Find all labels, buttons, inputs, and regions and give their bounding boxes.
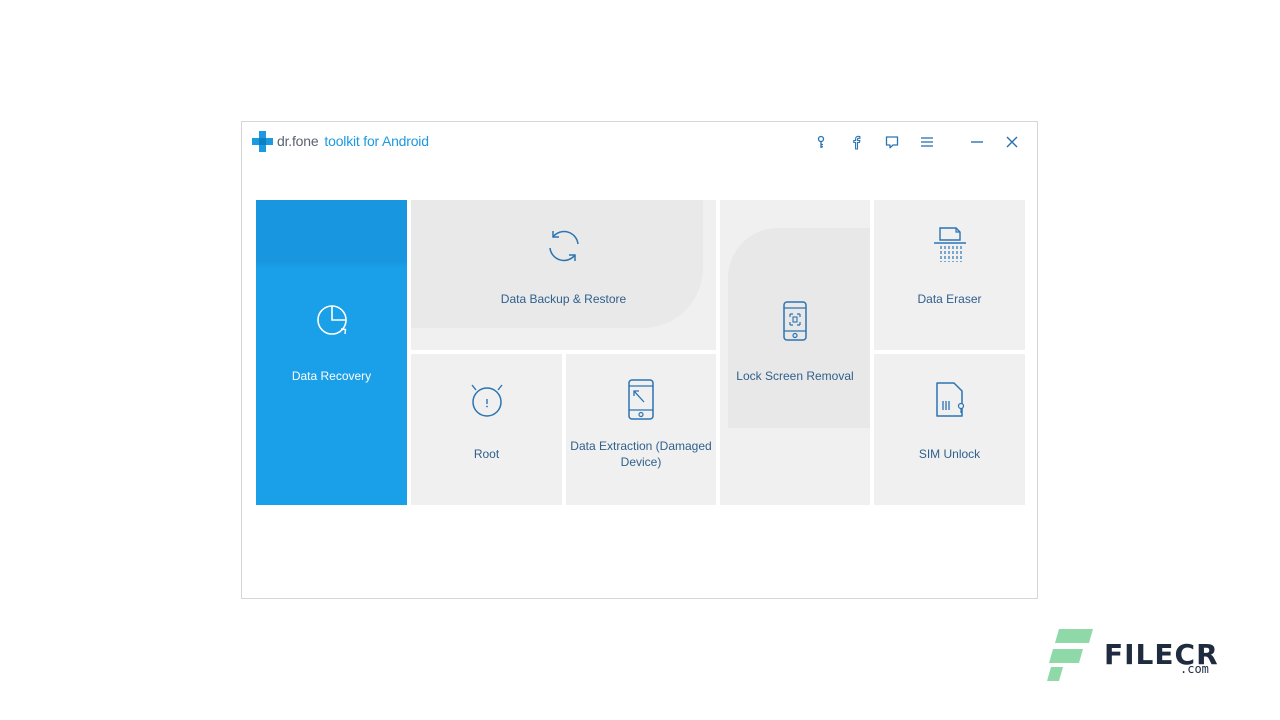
- menu-icon: [921, 137, 933, 147]
- tile-root-label: Root: [473, 447, 500, 461]
- filecr-logo-icon: [1047, 629, 1093, 681]
- product-name: toolkit for Android: [324, 133, 429, 149]
- tile-data-extraction[interactable]: Data Extraction (Damaged Device): [566, 354, 716, 505]
- tile-sim-unlock[interactable]: SIM Unlock: [874, 354, 1025, 505]
- shredder-icon: [933, 227, 966, 262]
- close-icon: [1006, 136, 1018, 148]
- tile-data-eraser-label: Data Eraser: [917, 292, 982, 306]
- menu-button[interactable]: [916, 131, 938, 153]
- tile-backup-restore-label: Data Backup & Restore: [500, 292, 627, 306]
- facebook-button[interactable]: [845, 131, 867, 153]
- app-window: dr.fone toolkit for Android Data Recover…: [241, 121, 1038, 599]
- tile-backup-restore[interactable]: Data Backup & Restore: [411, 200, 716, 350]
- brand-logo: dr.fone toolkit for Android: [252, 130, 429, 152]
- watermark-suffix: .com: [1180, 662, 1209, 676]
- tile-data-recovery[interactable]: Data Recovery: [256, 200, 407, 505]
- filecr-watermark: FILECR .com: [1047, 629, 1218, 683]
- drfone-plus-icon: [252, 130, 273, 152]
- feedback-button[interactable]: [881, 131, 903, 153]
- key-icon: [817, 135, 824, 148]
- tile-data-recovery-label: Data Recovery: [291, 369, 372, 383]
- close-button[interactable]: [1001, 131, 1023, 153]
- feedback-icon: [885, 136, 898, 149]
- minimize-icon: [970, 141, 983, 143]
- tile-sim-unlock-label: SIM Unlock: [918, 447, 981, 461]
- pie-chart-icon: [316, 305, 347, 335]
- minimize-button[interactable]: [966, 131, 988, 153]
- tile-lock-screen-removal-label: Lock Screen Removal: [736, 369, 854, 383]
- sync-icon: [548, 230, 579, 262]
- tile-data-eraser[interactable]: Data Eraser: [874, 200, 1025, 350]
- android-head-icon: [470, 384, 503, 417]
- phone-lock-icon: [783, 301, 807, 341]
- titlebar-controls: [796, 131, 1023, 153]
- brand-name: dr.fone: [277, 133, 319, 149]
- facebook-icon: [853, 135, 861, 150]
- key-button[interactable]: [810, 131, 832, 153]
- tile-data-extraction-label: Data Extraction (Damaged Device): [570, 439, 712, 469]
- title-bar: dr.fone toolkit for Android: [242, 122, 1037, 162]
- tile-lock-screen-removal[interactable]: Lock Screen Removal: [720, 200, 870, 505]
- sim-card-icon: [935, 382, 964, 417]
- tile-root[interactable]: Root: [411, 354, 562, 505]
- phone-extract-icon: [628, 379, 654, 420]
